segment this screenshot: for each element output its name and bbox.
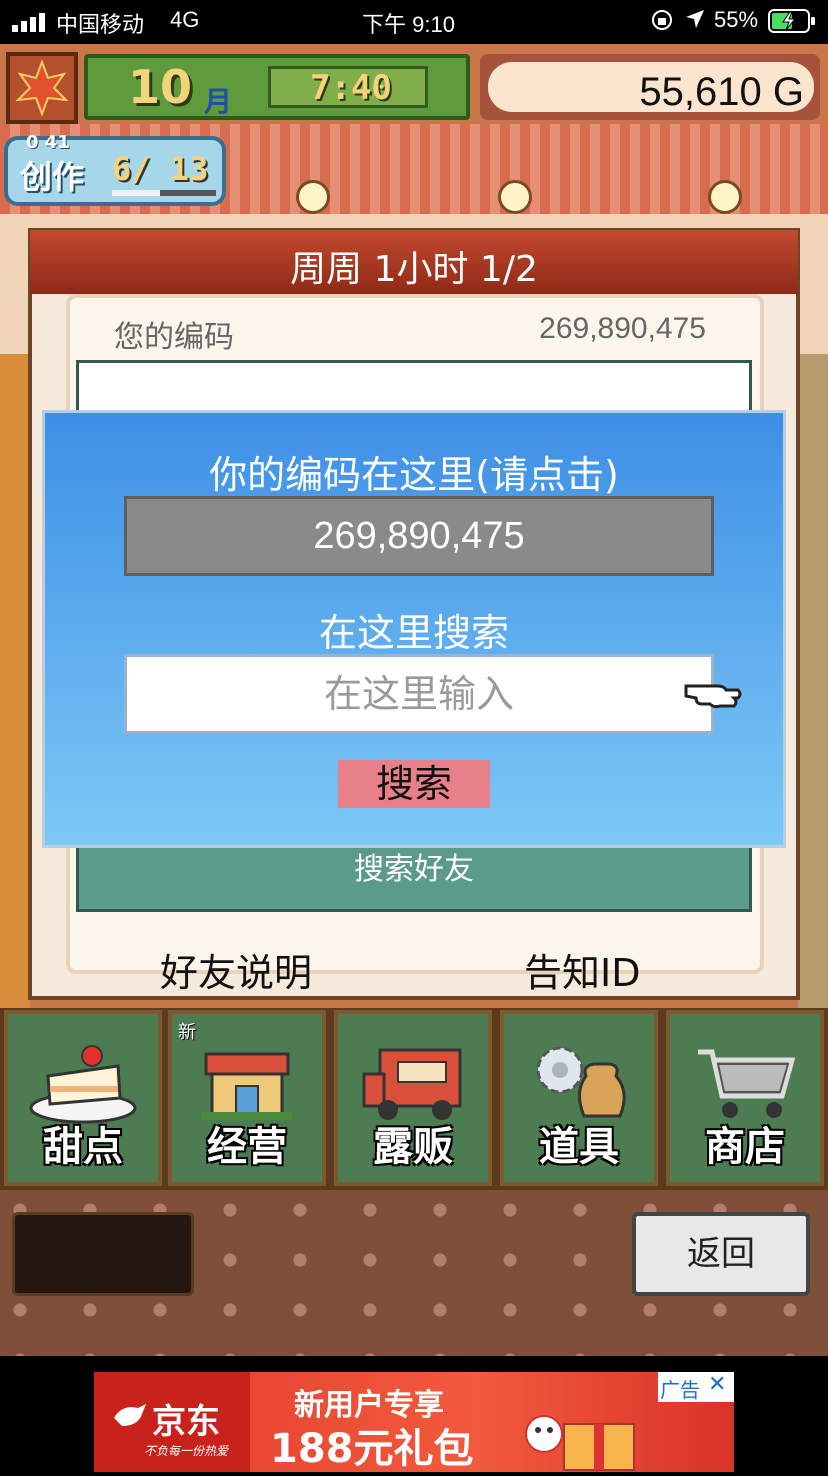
menu-dessert-label: 甜点	[43, 1124, 123, 1170]
lamp-icon	[708, 180, 742, 214]
search-input[interactable]: 在这里输入	[124, 654, 714, 734]
menu-dessert-button[interactable]: 甜点	[4, 1010, 162, 1186]
left-tree	[0, 354, 30, 1114]
ad-tag-box: 广告 ✕	[658, 1372, 734, 1402]
pointing-hand-icon	[684, 674, 744, 718]
ad-banner[interactable]: 京东 不负每一份热爱 新用户专享 188元礼包 广告 ✕	[94, 1372, 734, 1472]
info-slot	[12, 1212, 194, 1296]
jd-dog-icon	[112, 1400, 148, 1434]
gift-box-icon	[524, 1394, 644, 1476]
clock-label: 下午 9:10	[362, 12, 455, 37]
game-clock: 7:40	[310, 68, 392, 108]
menu-food-truck-label: 露贩	[373, 1124, 453, 1170]
location-icon	[684, 8, 706, 36]
notify-id-link[interactable]: 告知ID	[524, 942, 640, 997]
create-count: 6/ 13	[112, 150, 209, 188]
signal-icon	[12, 12, 48, 38]
panel-title: 周周 1小时 1/2	[290, 249, 538, 290]
create-progress-badge[interactable]: 创作 0 41 6/ 13	[4, 132, 226, 206]
close-icon[interactable]: ✕	[708, 1372, 726, 1397]
ad-slogan: 不负每一份热爱	[144, 1444, 229, 1458]
status-bar: 中国移动 4G 下午 9:10 55%	[0, 0, 828, 44]
orientation-lock-icon	[650, 8, 674, 38]
your-code-field[interactable]: 269,890,475	[124, 496, 714, 576]
ad-brand: 京东	[152, 1402, 220, 1442]
menu-items-label: 道具	[539, 1124, 619, 1170]
code-prompt: 你的编码在这里(请点击)	[209, 453, 619, 497]
menu-management-button[interactable]: 新 经营	[168, 1010, 326, 1186]
carrier-label: 中国移动	[56, 12, 145, 37]
battery-percent: 55%	[714, 7, 759, 32]
search-button[interactable]: 搜索	[338, 760, 490, 808]
ad-offer: 188元礼包	[270, 1426, 474, 1472]
menu-management-label: 经营	[207, 1124, 287, 1170]
create-label: 创作	[20, 158, 85, 196]
lamp-icon	[296, 180, 330, 214]
panel-header: 周周 1小时 1/2	[30, 230, 798, 294]
search-friend-label: 搜索好友	[354, 852, 474, 887]
your-code-value: 269,890,475	[539, 312, 706, 345]
return-button[interactable]: 返回	[632, 1212, 810, 1296]
battery-icon	[768, 8, 818, 40]
network-label: 4G	[170, 7, 200, 32]
month-number: 10	[128, 60, 193, 114]
season-icon[interactable]	[6, 52, 78, 124]
create-timer: 0 41	[26, 132, 70, 153]
month-unit: 月	[204, 85, 233, 118]
ad-tag: 广告	[660, 1378, 700, 1402]
friend-help-link[interactable]: 好友说明	[160, 942, 312, 997]
menu-store-button[interactable]: 商店	[666, 1010, 824, 1186]
lamp-icon	[498, 180, 532, 214]
menu-items-button[interactable]: 道具	[500, 1010, 658, 1186]
right-wall	[798, 354, 828, 1114]
your-code-label: 您的编码	[114, 320, 234, 355]
create-progress-track	[112, 190, 216, 196]
search-label: 在这里搜索	[318, 611, 509, 655]
gold-amount: 55,610 G	[639, 70, 804, 114]
menu-food-truck-button[interactable]: 露贩	[334, 1010, 492, 1186]
menu-store-label: 商店	[705, 1124, 785, 1170]
create-progress-fill	[112, 190, 160, 196]
